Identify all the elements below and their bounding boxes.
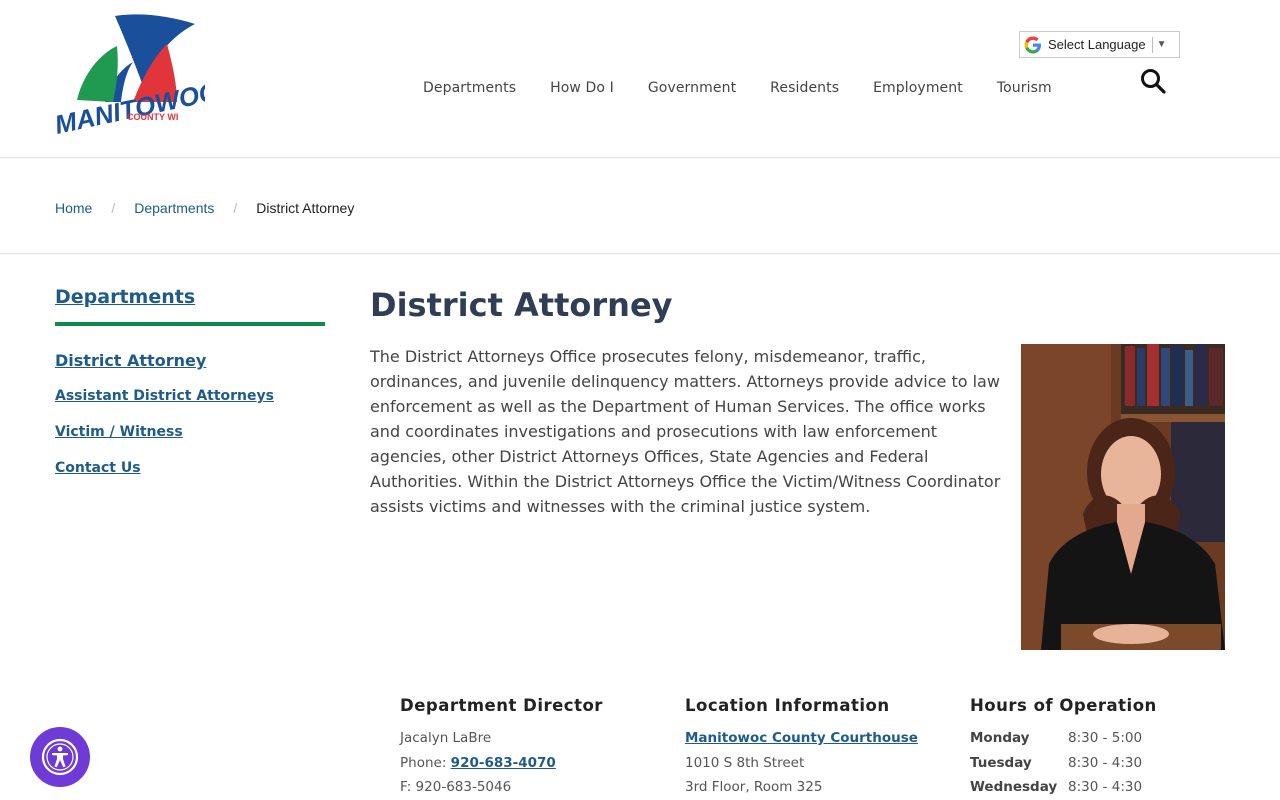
nav-government[interactable]: Government xyxy=(648,80,736,96)
director-heading: Department Director xyxy=(400,696,603,715)
nav-residents[interactable]: Residents xyxy=(770,80,839,96)
intro-paragraph: The District Attorneys Office prosecutes… xyxy=(370,347,1001,516)
street-address: 1010 S 8th Street xyxy=(685,754,805,771)
hours-time: 8:30 - 5:00 xyxy=(1068,730,1143,746)
county-logo[interactable]: MANITOWOC COUNTY WI xyxy=(52,14,221,146)
divider xyxy=(1151,36,1153,53)
hours-row: Monday 8:30 - 5:00 xyxy=(970,730,1230,755)
hours-time: 8:30 - 4:30 xyxy=(1068,754,1143,771)
sidebar-item-contact-us[interactable]: Contact Us xyxy=(55,460,274,476)
hours-day: Wednesday xyxy=(970,779,1058,795)
breadcrumb-home[interactable]: Home xyxy=(55,200,92,216)
nav-how-do-i[interactable]: How Do I xyxy=(550,80,614,96)
google-icon xyxy=(1024,36,1041,53)
director-fax: F: 920-683-5046 xyxy=(400,779,512,795)
location-column: Location Information Manitowoc County Co… xyxy=(685,696,945,800)
site-header: MANITOWOC COUNTY WI Select Language ▼ De… xyxy=(0,0,1280,158)
nav-employment[interactable]: Employment xyxy=(873,80,963,96)
page-title: District Attorney xyxy=(370,286,673,324)
hours-column: Hours of Operation Monday 8:30 - 5:00 Tu… xyxy=(970,696,1230,800)
sidebar-divider xyxy=(55,322,325,326)
hours-day: Tuesday xyxy=(970,754,1032,771)
director-column: Department Director Jacalyn LaBre Phone:… xyxy=(400,696,660,800)
hours-heading: Hours of Operation xyxy=(970,696,1157,715)
sidebar-item-assistant-das[interactable]: Assistant District Attorneys xyxy=(55,388,274,404)
svg-text:COUNTY WI: COUNTY WI xyxy=(127,112,178,122)
accessibility-button[interactable] xyxy=(30,727,90,787)
director-phone-line: Phone: 920-683-4070 xyxy=(400,755,660,780)
floor-room: 3rd Floor, Room 325 xyxy=(685,779,823,795)
dropdown-arrow-icon: ▼ xyxy=(1156,39,1167,50)
sidebar-title[interactable]: Departments xyxy=(55,286,195,308)
breadcrumb-current: District Attorney xyxy=(256,200,355,216)
location-heading: Location Information xyxy=(685,696,890,715)
hours-row: Wednesday 8:30 - 4:30 xyxy=(970,779,1230,800)
svg-text:MANITOWOC: MANITOWOC xyxy=(55,76,205,140)
search-icon[interactable] xyxy=(1140,68,1166,94)
sidebar-item-district-attorney[interactable]: District Attorney xyxy=(55,351,274,370)
nav-tourism[interactable]: Tourism xyxy=(997,80,1052,96)
sidebar-nav: District Attorney Assistant District Att… xyxy=(55,351,274,476)
director-name: Jacalyn LaBre xyxy=(400,730,492,746)
hours-row: Tuesday 8:30 - 4:30 xyxy=(970,755,1230,780)
language-label: Select Language xyxy=(1048,37,1146,52)
hours-time: 8:30 - 4:30 xyxy=(1068,779,1143,795)
phone-link[interactable]: 920-683-4070 xyxy=(451,755,556,771)
breadcrumb: Home / Departments / District Attorney xyxy=(0,159,1280,254)
accessibility-icon xyxy=(41,738,79,776)
sidebar-item-victim-witness[interactable]: Victim / Witness xyxy=(55,424,274,440)
phone-label: Phone: xyxy=(400,754,451,771)
language-select[interactable]: Select Language ▼ xyxy=(1019,31,1180,58)
breadcrumb-departments[interactable]: Departments xyxy=(134,200,214,216)
director-photo xyxy=(1021,344,1225,650)
main-nav: Departments How Do I Government Resident… xyxy=(423,80,1086,96)
hours-day: Monday xyxy=(970,730,1030,746)
breadcrumb-separator: / xyxy=(111,200,116,216)
breadcrumb-separator: / xyxy=(233,200,238,216)
courthouse-link[interactable]: Manitowoc County Courthouse xyxy=(685,730,918,746)
nav-departments[interactable]: Departments xyxy=(423,80,516,96)
